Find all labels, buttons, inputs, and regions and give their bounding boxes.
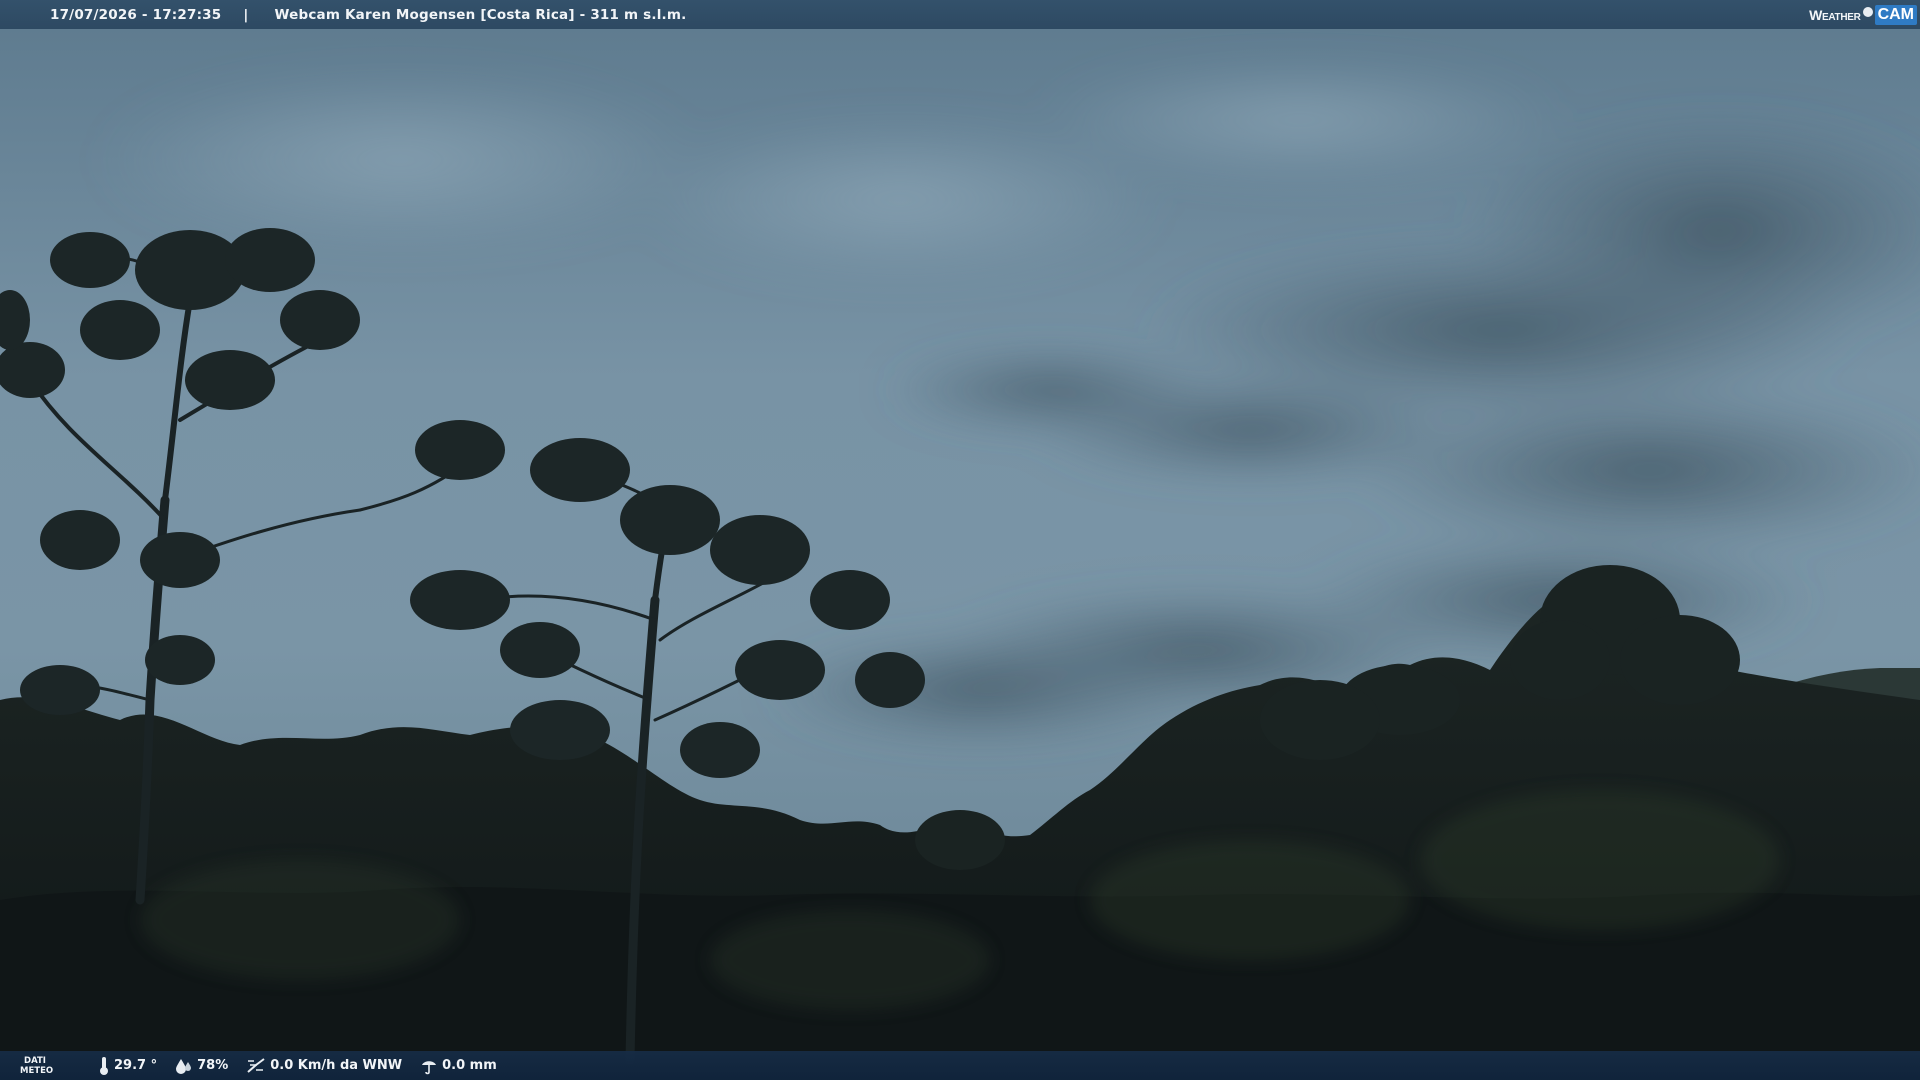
timestamp: 17/07/2026 - 17:27:35 xyxy=(50,6,222,23)
logo-weather-text: Weather xyxy=(1809,6,1861,23)
logo-dot-icon xyxy=(1862,6,1873,17)
webcam-scene xyxy=(0,0,1920,1080)
rain-reading: 0.0 mm xyxy=(420,1057,497,1075)
webcam-title: Webcam Karen Mogensen [Costa Rica] - 311… xyxy=(274,6,687,23)
weathercam-logo: Weather CAM xyxy=(1809,3,1917,26)
webcam-frame: 17/07/2026 - 17:27:35 | Webcam Karen Mog… xyxy=(0,0,1920,1080)
thermometer-icon xyxy=(100,1056,108,1075)
humidity-value: 78% xyxy=(197,1058,229,1073)
wind-reading: 0.0 Km/h da WNW xyxy=(246,1057,402,1075)
logo-cam-text: CAM xyxy=(1874,4,1917,25)
temperature-value: 29.7 ° xyxy=(114,1058,158,1073)
wind-value: 0.0 Km/h da WNW xyxy=(270,1058,403,1073)
dati-meteo-label: DATI METEO xyxy=(20,1055,54,1076)
header-separator: | xyxy=(243,6,249,23)
temperature-reading: 29.7 ° xyxy=(98,1056,157,1076)
humidity-icon xyxy=(176,1058,192,1074)
webcam-header-bar: 17/07/2026 - 17:27:35 | Webcam Karen Mog… xyxy=(0,0,1920,29)
weather-data-bar: DATI METEO 29.7 ° 78% 0.0 Km/h da WNW 0.… xyxy=(0,1051,1920,1080)
rain-icon xyxy=(422,1060,437,1074)
humidity-reading: 78% xyxy=(175,1057,228,1075)
rain-value: 0.0 mm xyxy=(442,1058,497,1073)
wind-icon xyxy=(247,1057,265,1073)
